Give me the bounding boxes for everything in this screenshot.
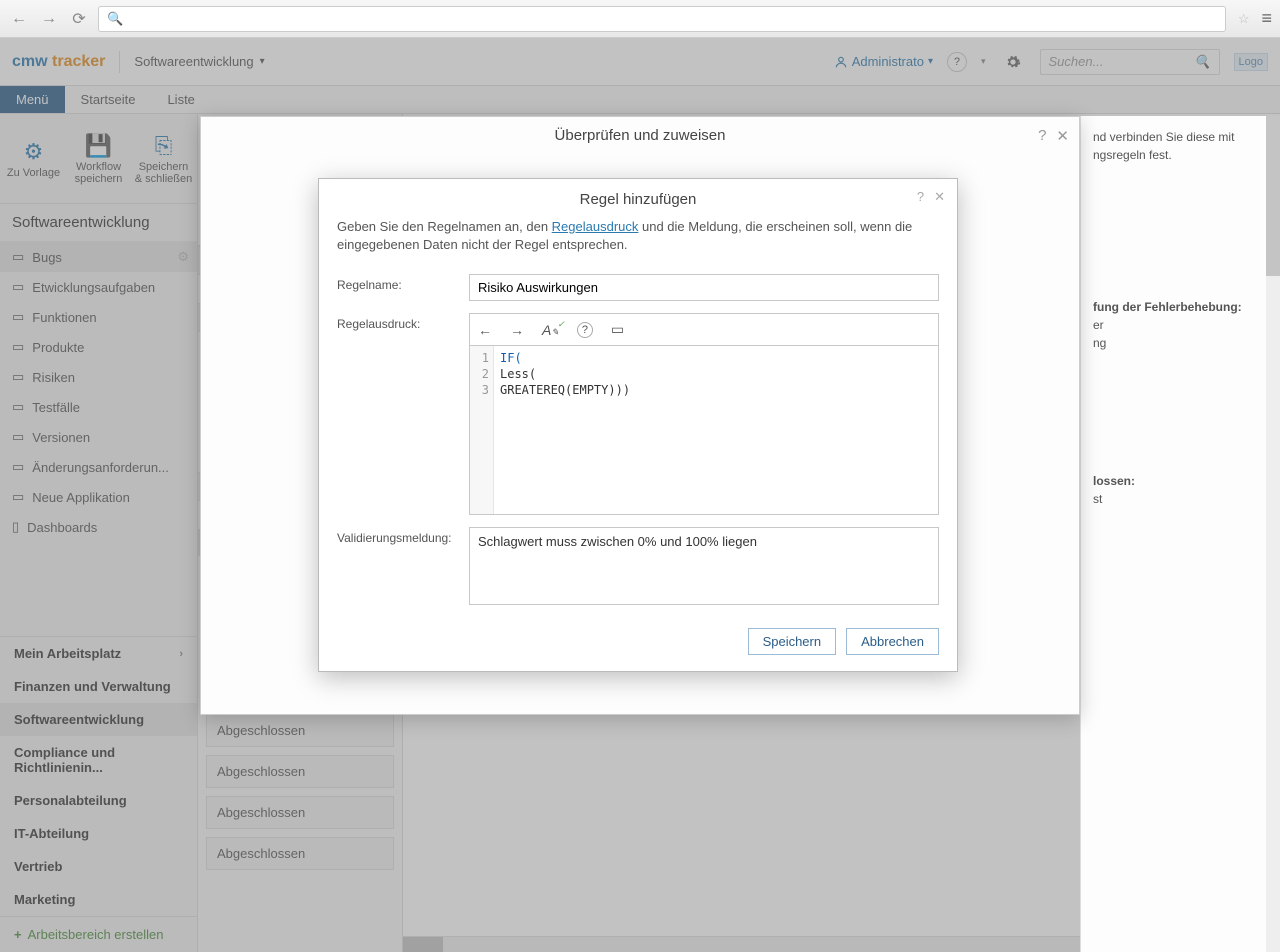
dialog-title: Regel hinzufügen [335, 191, 941, 208]
help-icon[interactable]: ? [1038, 127, 1046, 145]
input-rule-name[interactable] [469, 274, 939, 301]
label-rule-expression: Regelausdruck: [337, 313, 457, 331]
insert-button[interactable]: ▭ [611, 321, 624, 338]
dialog-description: Geben Sie den Regelnamen an, den Regelau… [319, 212, 957, 268]
help-icon[interactable]: ? [917, 189, 924, 205]
back-button[interactable]: ← [8, 8, 30, 30]
line-gutter: 123 [470, 346, 494, 514]
expression-toolbar: ← → A✎ ? ▭ [469, 313, 939, 345]
save-button[interactable]: Speichern [748, 628, 837, 655]
reload-button[interactable]: ⟳ [68, 8, 90, 30]
help-button[interactable]: ? [577, 322, 593, 338]
browser-menu-icon[interactable]: ≡ [1261, 8, 1272, 29]
search-icon: 🔍 [107, 11, 123, 27]
forward-button[interactable]: → [38, 8, 60, 30]
bookmark-icon[interactable]: ☆ [1238, 11, 1250, 27]
dialog-add-rule: Regel hinzufügen ? ✕ Geben Sie den Regel… [318, 178, 958, 672]
vertical-scrollbar[interactable] [1266, 116, 1280, 952]
input-validation-message[interactable] [469, 527, 939, 605]
dialog-title: Überprüfen und zuweisen [555, 127, 726, 144]
close-icon[interactable]: ✕ [1056, 127, 1069, 145]
label-rule-name: Regelname: [337, 274, 457, 292]
label-validation-message: Validierungsmeldung: [337, 527, 457, 545]
browser-toolbar: ← → ⟳ 🔍 ☆ ≡ [0, 0, 1280, 38]
url-bar[interactable]: 🔍 [98, 6, 1226, 32]
redo-button[interactable]: → [510, 322, 524, 338]
code-area[interactable]: IF( Less( GREATEREQ(EMPTY))) [494, 346, 636, 514]
validate-syntax-button[interactable]: A✎ [542, 322, 559, 338]
right-help-panel: nd verbinden Sie diese mit ngsregeln fes… [1080, 116, 1280, 952]
close-icon[interactable]: ✕ [934, 189, 945, 205]
cancel-button[interactable]: Abbrechen [846, 628, 939, 655]
expression-editor[interactable]: 123 IF( Less( GREATEREQ(EMPTY))) [469, 345, 939, 515]
undo-button[interactable]: ← [478, 322, 492, 338]
link-regelausdruck[interactable]: Regelausdruck [552, 219, 639, 234]
